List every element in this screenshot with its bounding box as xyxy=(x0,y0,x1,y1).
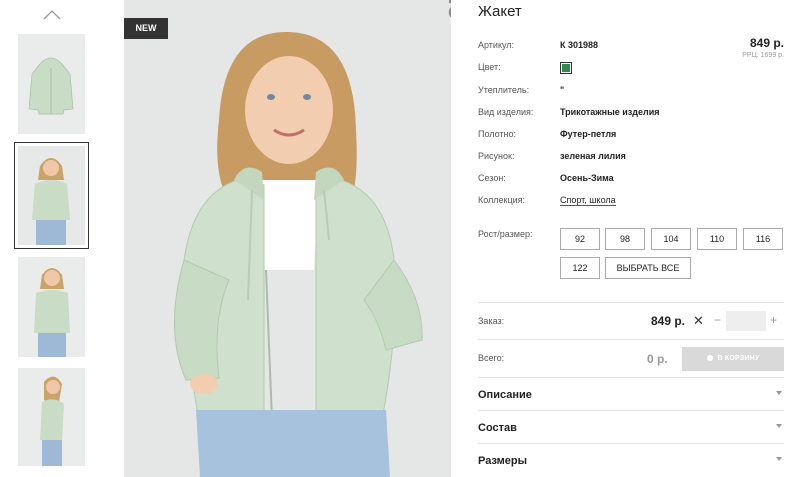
cart-icon xyxy=(706,355,713,362)
thumbnail-side-pose[interactable] xyxy=(18,257,85,357)
size-option-110[interactable]: 110 xyxy=(697,228,737,250)
decrease-qty-button[interactable]: − xyxy=(714,313,721,327)
new-badge: NEW xyxy=(124,18,168,39)
accordion-sizes-title: Размеры xyxy=(478,455,528,467)
select-all-sizes-button[interactable]: ВЫБРАТЬ ВСЕ xyxy=(605,257,691,279)
attr-label-insulation: Утеплитель: xyxy=(478,85,530,95)
chevron-down-icon xyxy=(776,391,782,395)
divider xyxy=(478,377,784,378)
attr-label-fabric: Полотно: xyxy=(478,129,517,139)
main-product-image[interactable]: NEW crockid xyxy=(124,0,451,477)
size-label: Рост/размер: xyxy=(478,229,533,239)
color-swatch[interactable] xyxy=(560,62,572,74)
chevron-up-icon[interactable] xyxy=(43,10,61,20)
attr-label-color: Цвет: xyxy=(478,62,501,72)
product-info-panel: Жакет 849 р. РРЦ: 1699 р. Артикул: К 301… xyxy=(478,0,784,477)
total-label: Всего: xyxy=(478,353,505,363)
size-option-116[interactable]: 116 xyxy=(743,228,783,250)
attr-label-pattern: Рисунок: xyxy=(478,151,515,161)
rrp-price: РРЦ: 1699 р. xyxy=(742,52,784,59)
add-to-cart-label: В КОРЗИНУ xyxy=(717,355,760,362)
total-value: 0 р. xyxy=(647,352,668,366)
product-photo xyxy=(124,0,451,477)
attr-value-insulation: " xyxy=(560,85,565,95)
attr-value-fabric: Футер-петля xyxy=(560,129,617,139)
accordion-composition[interactable]: Состав xyxy=(478,412,784,444)
add-to-cart-button[interactable]: В КОРЗИНУ xyxy=(682,347,784,371)
color-swatch-fill xyxy=(562,64,570,72)
attr-value-pattern: зеленая лилия xyxy=(560,151,626,161)
size-option-122[interactable]: 122 xyxy=(560,257,600,279)
attr-label-type: Вид изделия: xyxy=(478,107,534,117)
accordion-description[interactable]: Описание xyxy=(478,379,784,411)
divider xyxy=(478,302,784,303)
size-option-98[interactable]: 98 xyxy=(605,228,645,250)
attr-label-article: Артикул: xyxy=(478,40,515,50)
divider xyxy=(478,410,784,411)
collection-link[interactable]: Спорт, школа xyxy=(560,195,616,206)
size-option-92[interactable]: 92 xyxy=(560,228,600,250)
attr-value-article: К 301988 xyxy=(560,40,599,50)
accordion-composition-title: Состав xyxy=(478,422,517,434)
chevron-down-icon xyxy=(776,424,782,428)
attr-value-season: Осень-Зима xyxy=(560,173,614,183)
product-price: 849 р. xyxy=(749,36,784,50)
quantity-input[interactable] xyxy=(726,311,766,331)
thumbnail-gallery xyxy=(0,0,105,477)
thumbnail-front[interactable] xyxy=(14,142,89,249)
divider xyxy=(478,339,784,340)
increase-qty-button[interactable]: + xyxy=(770,313,777,327)
size-option-104[interactable]: 104 xyxy=(651,228,691,250)
attr-value-type: Трикотажные изделия xyxy=(560,107,660,117)
chevron-down-icon xyxy=(776,457,782,461)
order-price: 849 р. xyxy=(651,314,686,328)
product-title: Жакет xyxy=(478,3,522,20)
attr-label-collection: Коллекция: xyxy=(478,195,526,205)
order-label: Заказ: xyxy=(478,316,505,326)
thumbnail-jacket[interactable] xyxy=(18,34,85,134)
divider xyxy=(478,443,784,444)
accordion-sizes[interactable]: Размеры xyxy=(478,445,784,477)
thumbnail-profile[interactable] xyxy=(18,368,85,466)
accordion-description-title: Описание xyxy=(478,389,532,401)
attr-label-season: Сезон: xyxy=(478,173,506,183)
clear-order-icon[interactable]: ✕ xyxy=(693,313,704,329)
brand-watermark: crockid xyxy=(439,0,451,20)
